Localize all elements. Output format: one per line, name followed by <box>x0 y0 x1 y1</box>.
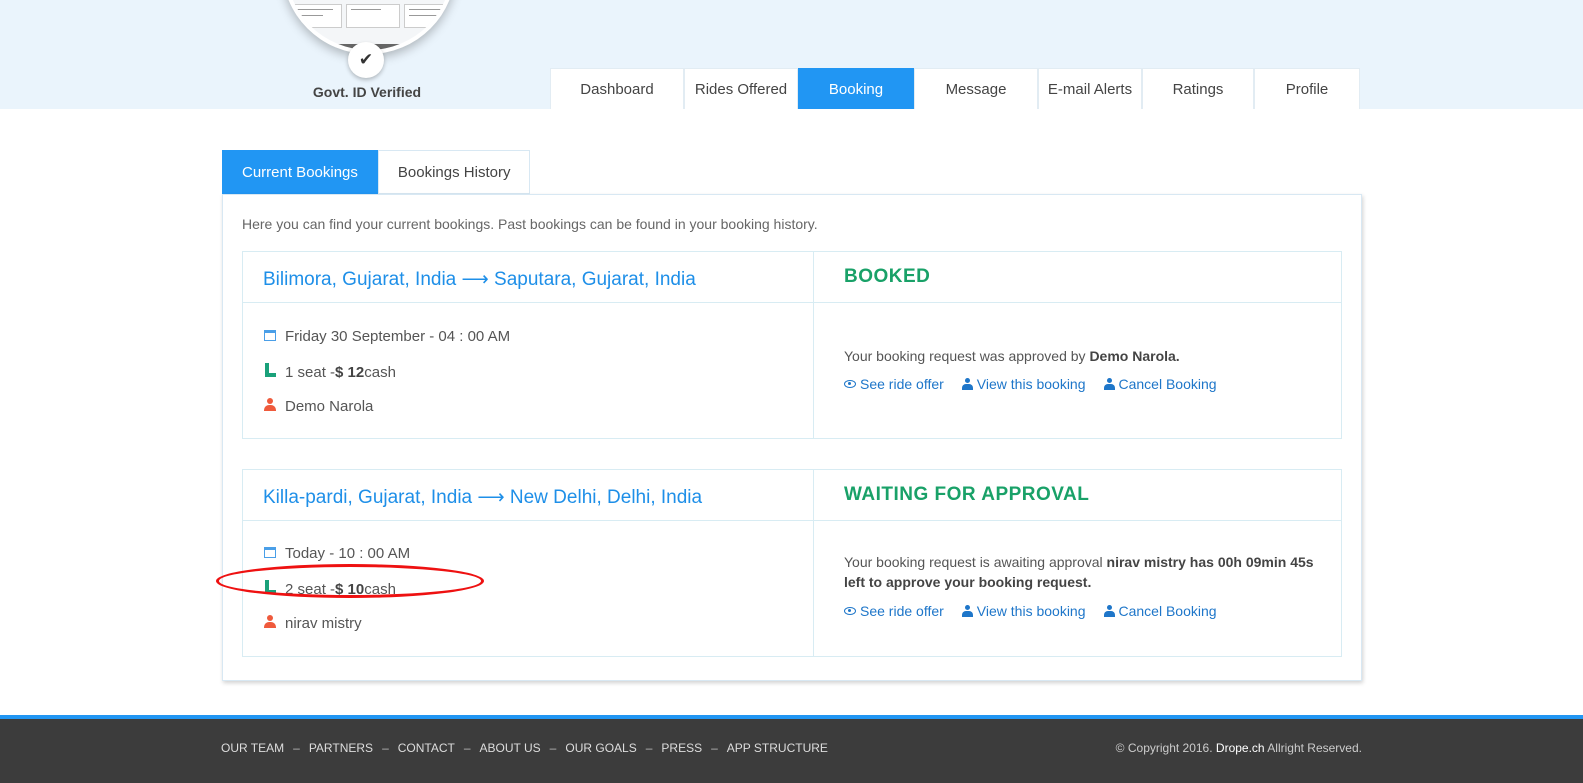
card-divider <box>243 302 1341 303</box>
footer-links: OUR TEAM – PARTNERS – CONTACT – ABOUT US… <box>221 741 828 755</box>
seat-icon <box>263 363 277 382</box>
driver-name: nirav mistry <box>285 615 362 632</box>
user-icon <box>1103 605 1115 617</box>
cancel-booking-link[interactable]: Cancel Booking <box>1103 603 1217 619</box>
booking-tabs: Current Bookings Bookings History <box>222 150 531 194</box>
footer-link-partners[interactable]: PARTNERS <box>309 741 373 755</box>
price: $ 12 <box>335 364 365 381</box>
status-badge: BOOKED <box>844 266 931 287</box>
footer-separator: – <box>293 741 300 755</box>
nav-profile[interactable]: Profile <box>1254 68 1360 109</box>
user-icon <box>1103 378 1115 390</box>
route-link[interactable]: Bilimora, Gujarat, India ⟶ Saputara, Guj… <box>263 268 696 291</box>
nav-booking[interactable]: Booking <box>798 68 914 109</box>
booking-message: Your booking request was approved by Dem… <box>844 348 1180 364</box>
booking-card: Bilimora, Gujarat, India ⟶ Saputara, Guj… <box>242 251 1342 439</box>
calendar-icon <box>263 545 277 562</box>
booking-actions: See ride offer View this booking Cancel … <box>844 376 1235 392</box>
footer-link-app-structure[interactable]: APP STRUCTURE <box>727 741 828 755</box>
footer-link-about-us[interactable]: ABOUT US <box>480 741 541 755</box>
date-row: Friday 30 September - 04 : 00 AM <box>263 328 510 345</box>
eye-icon <box>844 380 856 388</box>
document-thumbnail <box>288 4 342 28</box>
footer-link-our-goals[interactable]: OUR GOALS <box>565 741 636 755</box>
driver-name: Demo Narola <box>285 398 374 415</box>
card-divider <box>813 470 814 656</box>
see-ride-offer-link[interactable]: See ride offer <box>844 376 944 392</box>
cancel-booking-link[interactable]: Cancel Booking <box>1103 376 1217 392</box>
footer-link-press[interactable]: PRESS <box>661 741 702 755</box>
route-link[interactable]: Killa-pardi, Gujarat, India ⟶ New Delhi,… <box>263 486 702 509</box>
footer-separator: – <box>382 741 389 755</box>
nav-ratings[interactable]: Ratings <box>1142 68 1254 109</box>
driver-row: nirav mistry <box>263 615 362 632</box>
footer-link-contact[interactable]: CONTACT <box>398 741 455 755</box>
eye-icon <box>844 607 856 615</box>
check-icon: ✔ <box>348 42 384 78</box>
calendar-icon <box>263 328 277 345</box>
main-nav: Dashboard Rides Offered Booking Message … <box>550 68 1360 109</box>
card-divider <box>813 252 814 438</box>
card-divider <box>243 520 1341 521</box>
nav-dashboard[interactable]: Dashboard <box>550 68 684 109</box>
footer-link-our-team[interactable]: OUR TEAM <box>221 741 284 755</box>
verified-label: Govt. ID Verified <box>312 84 422 100</box>
highlight-oval-annotation <box>216 564 484 598</box>
footer-separator: – <box>645 741 653 755</box>
footer-separator: – <box>463 741 471 755</box>
booking-actions: See ride offer View this booking Cancel … <box>844 603 1235 619</box>
document-thumbnail <box>404 4 452 28</box>
user-icon <box>961 378 973 390</box>
tab-bookings-history[interactable]: Bookings History <box>377 150 531 194</box>
booking-message: Your booking request is awaiting approva… <box>844 554 1314 590</box>
date-text: Friday 30 September - 04 : 00 AM <box>285 328 511 345</box>
date-row: Today - 10 : 00 AM <box>263 545 410 562</box>
copyright: © Copyright 2016. Drope.ch Allright Rese… <box>1115 741 1362 755</box>
document-thumbnail <box>346 4 400 28</box>
user-icon <box>263 398 277 415</box>
intro-text: Here you can find your current bookings.… <box>242 216 818 232</box>
tab-current-bookings[interactable]: Current Bookings <box>222 150 378 194</box>
booking-card: Killa-pardi, Gujarat, India ⟶ New Delhi,… <box>242 469 1342 657</box>
user-icon <box>263 615 277 632</box>
nav-rides-offered[interactable]: Rides Offered <box>684 68 798 109</box>
nav-email-alerts[interactable]: E-mail Alerts <box>1038 68 1142 109</box>
user-icon <box>961 605 973 617</box>
view-booking-link[interactable]: View this booking <box>961 376 1086 392</box>
driver-row: Demo Narola <box>263 398 373 415</box>
brand-link[interactable]: Drope.ch <box>1216 741 1265 755</box>
status-badge: WAITING FOR APPROVAL <box>844 484 1090 505</box>
footer-separator: – <box>549 741 557 755</box>
footer-separator: – <box>711 741 718 755</box>
seat-row: 1 seat - $ 12 cash <box>263 363 396 382</box>
nav-message[interactable]: Message <box>914 68 1038 109</box>
payment-type: cash <box>364 364 396 381</box>
date-text: Today - 10 : 00 AM <box>285 545 411 562</box>
see-ride-offer-link[interactable]: See ride offer <box>844 603 944 619</box>
seat-count: 1 seat - <box>285 364 336 381</box>
view-booking-link[interactable]: View this booking <box>961 603 1086 619</box>
